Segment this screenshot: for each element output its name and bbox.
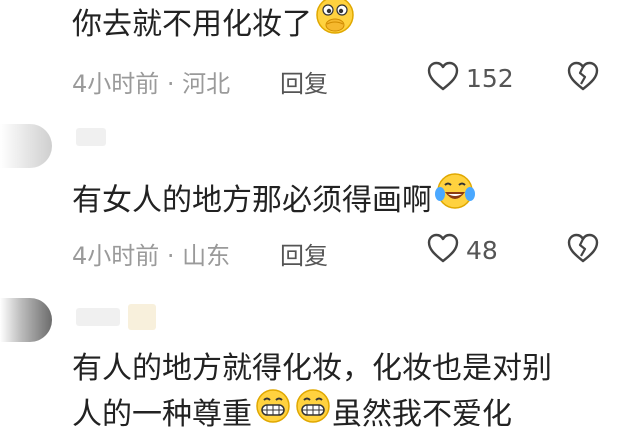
comment-text: 有女人的地方那必须得画啊 [72, 173, 476, 227]
username[interactable] [76, 308, 120, 326]
comment-body: 你去就不用化妆了 [72, 7, 312, 42]
heart-icon [426, 232, 460, 268]
reply-button[interactable]: 回复 [280, 64, 328, 99]
comment-feed: 你去就不用化妆了 4小时前 · 河北 回复 152 有女人的地方那必须得画啊 4… [0, 0, 638, 447]
like-count: 48 [466, 235, 498, 265]
comment-time-location: 4小时前 · 河北 [72, 70, 231, 98]
comment-meta-row: 4小时前 · 河北 回复 152 [72, 58, 612, 98]
hand-over-mouth-emoji-icon [314, 0, 356, 51]
comment-body: 有女人的地方那必须得画啊 [72, 183, 432, 218]
broken-heart-icon[interactable] [566, 60, 600, 96]
comment-body-line: 有人的地方就得化妆，化妆也是对别 [72, 351, 552, 386]
like-button[interactable]: 152 [426, 58, 514, 98]
like-count: 152 [466, 63, 514, 93]
laughing-tears-emoji-icon [434, 170, 476, 227]
comment-text: 有人的地方就得化妆，化妆也是对别 人的一种尊重 虽然我不爱化 [72, 346, 552, 439]
grinning-teeth-emoji-icon [294, 387, 332, 439]
comment-meta-row: 4小时前 · 山东 回复 48 [72, 230, 612, 270]
reply-button[interactable]: 回复 [280, 236, 328, 271]
comment-body-segment: 虽然我不爱化 [332, 397, 512, 432]
comment-time-location: 4小时前 · 山东 [72, 242, 231, 270]
comment-text: 你去就不用化妆了 [72, 0, 356, 51]
heart-icon [426, 60, 460, 96]
broken-heart-icon[interactable] [566, 232, 600, 268]
grinning-teeth-emoji-icon [254, 387, 292, 439]
avatar[interactable] [0, 298, 52, 342]
like-button[interactable]: 48 [426, 230, 498, 270]
avatar[interactable] [0, 124, 52, 168]
username[interactable] [76, 128, 106, 146]
comment-body-line: 人的一种尊重 虽然我不爱化 [72, 388, 552, 439]
username-badge [128, 304, 156, 330]
comment-body-segment: 人的一种尊重 [72, 397, 252, 432]
